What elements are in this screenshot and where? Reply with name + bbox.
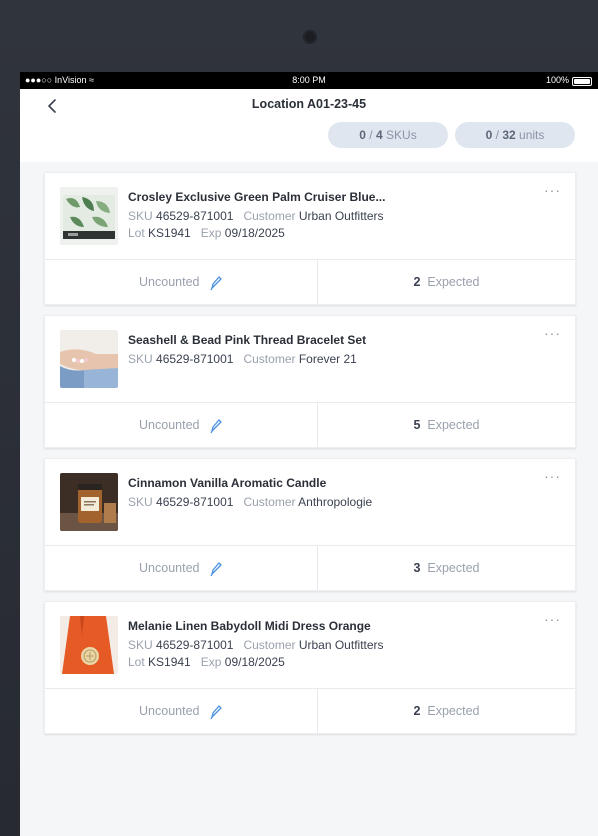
app-screen: ●●●○○ InVision ≈ 8:00 PM 100% Location A… [20, 72, 598, 836]
expected-count: 5 Expected [413, 418, 480, 432]
more-options-icon[interactable]: ··· [544, 469, 561, 483]
candle-photo [60, 473, 118, 531]
sku-line: SKU 46529-871001 Customer Urban Outfitte… [128, 638, 384, 652]
units-progress-pill[interactable]: 0 / 32 units [455, 122, 575, 148]
uncounted-button[interactable]: Uncounted [45, 689, 318, 733]
expected-count: 2 Expected [413, 275, 480, 289]
sku-line: SKU 46529-871001 Customer Urban Outfitte… [128, 209, 384, 223]
product-thumbnail [60, 330, 118, 388]
edit-pencil-icon[interactable] [209, 561, 223, 577]
turntable-photo [60, 187, 118, 245]
edit-pencil-icon[interactable] [209, 418, 223, 434]
product-name: Melanie Linen Babydoll Midi Dress Orange [128, 619, 371, 633]
uncounted-button[interactable]: Uncounted [45, 546, 318, 590]
dress-photo [60, 616, 118, 674]
card-footer: Uncounted 2 Expected [45, 688, 575, 733]
card-footer: Uncounted 2 Expected [45, 259, 575, 304]
sku-line: SKU 46529-871001 Customer Forever 21 [128, 352, 357, 366]
item-card: Crosley Exclusive Green Palm Cruiser Blu… [44, 172, 576, 305]
product-name: Seashell & Bead Pink Thread Bracelet Set [128, 333, 367, 347]
item-card: Seashell & Bead Pink Thread Bracelet Set… [44, 315, 576, 448]
expected-count: 2 Expected [413, 704, 480, 718]
lot-line: Lot KS1941 Exp 09/18/2025 [128, 655, 285, 669]
page-title: Location A01-23-45 [251, 97, 367, 111]
clock: 8:00 PM [292, 75, 326, 85]
skus-progress-pill[interactable]: 0 / 4 SKUs [328, 122, 448, 148]
product-thumbnail [60, 473, 118, 531]
more-options-icon[interactable]: ··· [544, 183, 561, 197]
lot-line: Lot KS1941 Exp 09/18/2025 [128, 226, 285, 240]
uncounted-button[interactable]: Uncounted [45, 260, 318, 304]
battery-icon [572, 76, 592, 86]
battery-status: 100% [546, 72, 592, 89]
uncounted-button[interactable]: Uncounted [45, 403, 318, 447]
status-bar: ●●●○○ InVision ≈ 8:00 PM 100% [20, 72, 598, 89]
item-card: Melanie Linen Babydoll Midi Dress Orange… [44, 601, 576, 734]
product-thumbnail [60, 616, 118, 674]
edit-pencil-icon[interactable] [209, 704, 223, 720]
expected-count: 3 Expected [413, 561, 480, 575]
product-thumbnail [60, 187, 118, 245]
item-card: Cinnamon Vanilla Aromatic Candle SKU 465… [44, 458, 576, 591]
product-name: Cinnamon Vanilla Aromatic Candle [128, 476, 327, 490]
more-options-icon[interactable]: ··· [544, 612, 561, 626]
product-name: Crosley Exclusive Green Palm Cruiser Blu… [128, 190, 386, 204]
card-footer: Uncounted 3 Expected [45, 545, 575, 590]
more-options-icon[interactable]: ··· [544, 326, 561, 340]
sku-line: SKU 46529-871001 Customer Anthropologie [128, 495, 373, 509]
edit-pencil-icon[interactable] [209, 275, 223, 291]
bracelet-photo [60, 330, 118, 388]
nav-header: Location A01-23-45 0 / 4 SKUs 0 / 32 uni… [20, 89, 598, 162]
camera-icon [303, 30, 317, 44]
card-footer: Uncounted 5 Expected [45, 402, 575, 447]
